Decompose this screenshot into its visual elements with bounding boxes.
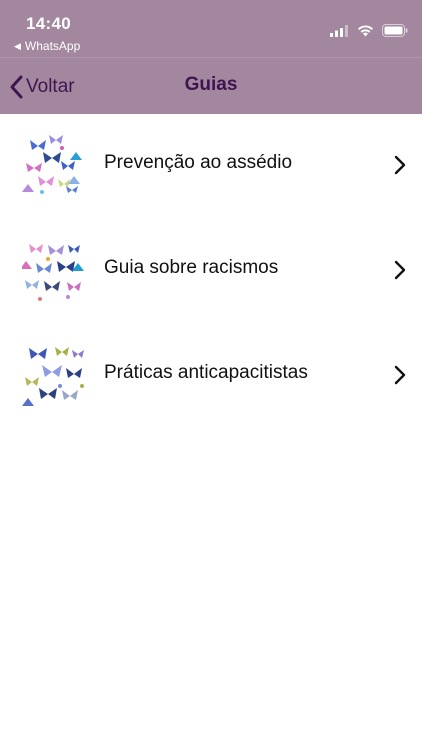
butterflies-thumbnail-icon (22, 342, 86, 406)
top-bar: 14:40 ◀ WhatsApp Voltar Guias (0, 0, 422, 114)
guide-list: Prevenção ao assédio Guia sobre racismos (0, 114, 422, 429)
chevron-right-icon (394, 365, 406, 385)
status-back-to-app[interactable]: ◀ WhatsApp (14, 39, 80, 53)
status-back-app-label: WhatsApp (24, 39, 81, 53)
chevron-right-icon (394, 260, 406, 280)
guide-row-racismos[interactable]: Guia sobre racismos (0, 219, 422, 324)
butterflies-thumbnail-icon (22, 237, 86, 301)
guide-row-label: Prevenção ao assédio (104, 152, 293, 173)
cellular-signal-icon (330, 24, 348, 37)
status-time: 14:40 (26, 14, 71, 33)
page-title: Guias (184, 74, 238, 95)
nav-divider (0, 57, 422, 58)
butterflies-thumbnail-icon (22, 132, 86, 196)
guide-row-label: Práticas anticapacitistas (104, 362, 308, 383)
back-triangle-icon: ◀ (14, 40, 21, 51)
status-icons (330, 24, 408, 37)
guide-row-label: Guia sobre racismos (104, 257, 279, 278)
guide-row-prevencao-assedio[interactable]: Prevenção ao assédio (0, 114, 422, 219)
guide-row-anticapacitistas[interactable]: Práticas anticapacitistas (0, 324, 422, 429)
chevron-right-icon (394, 155, 406, 175)
wifi-icon (358, 24, 373, 36)
battery-icon (382, 24, 408, 37)
